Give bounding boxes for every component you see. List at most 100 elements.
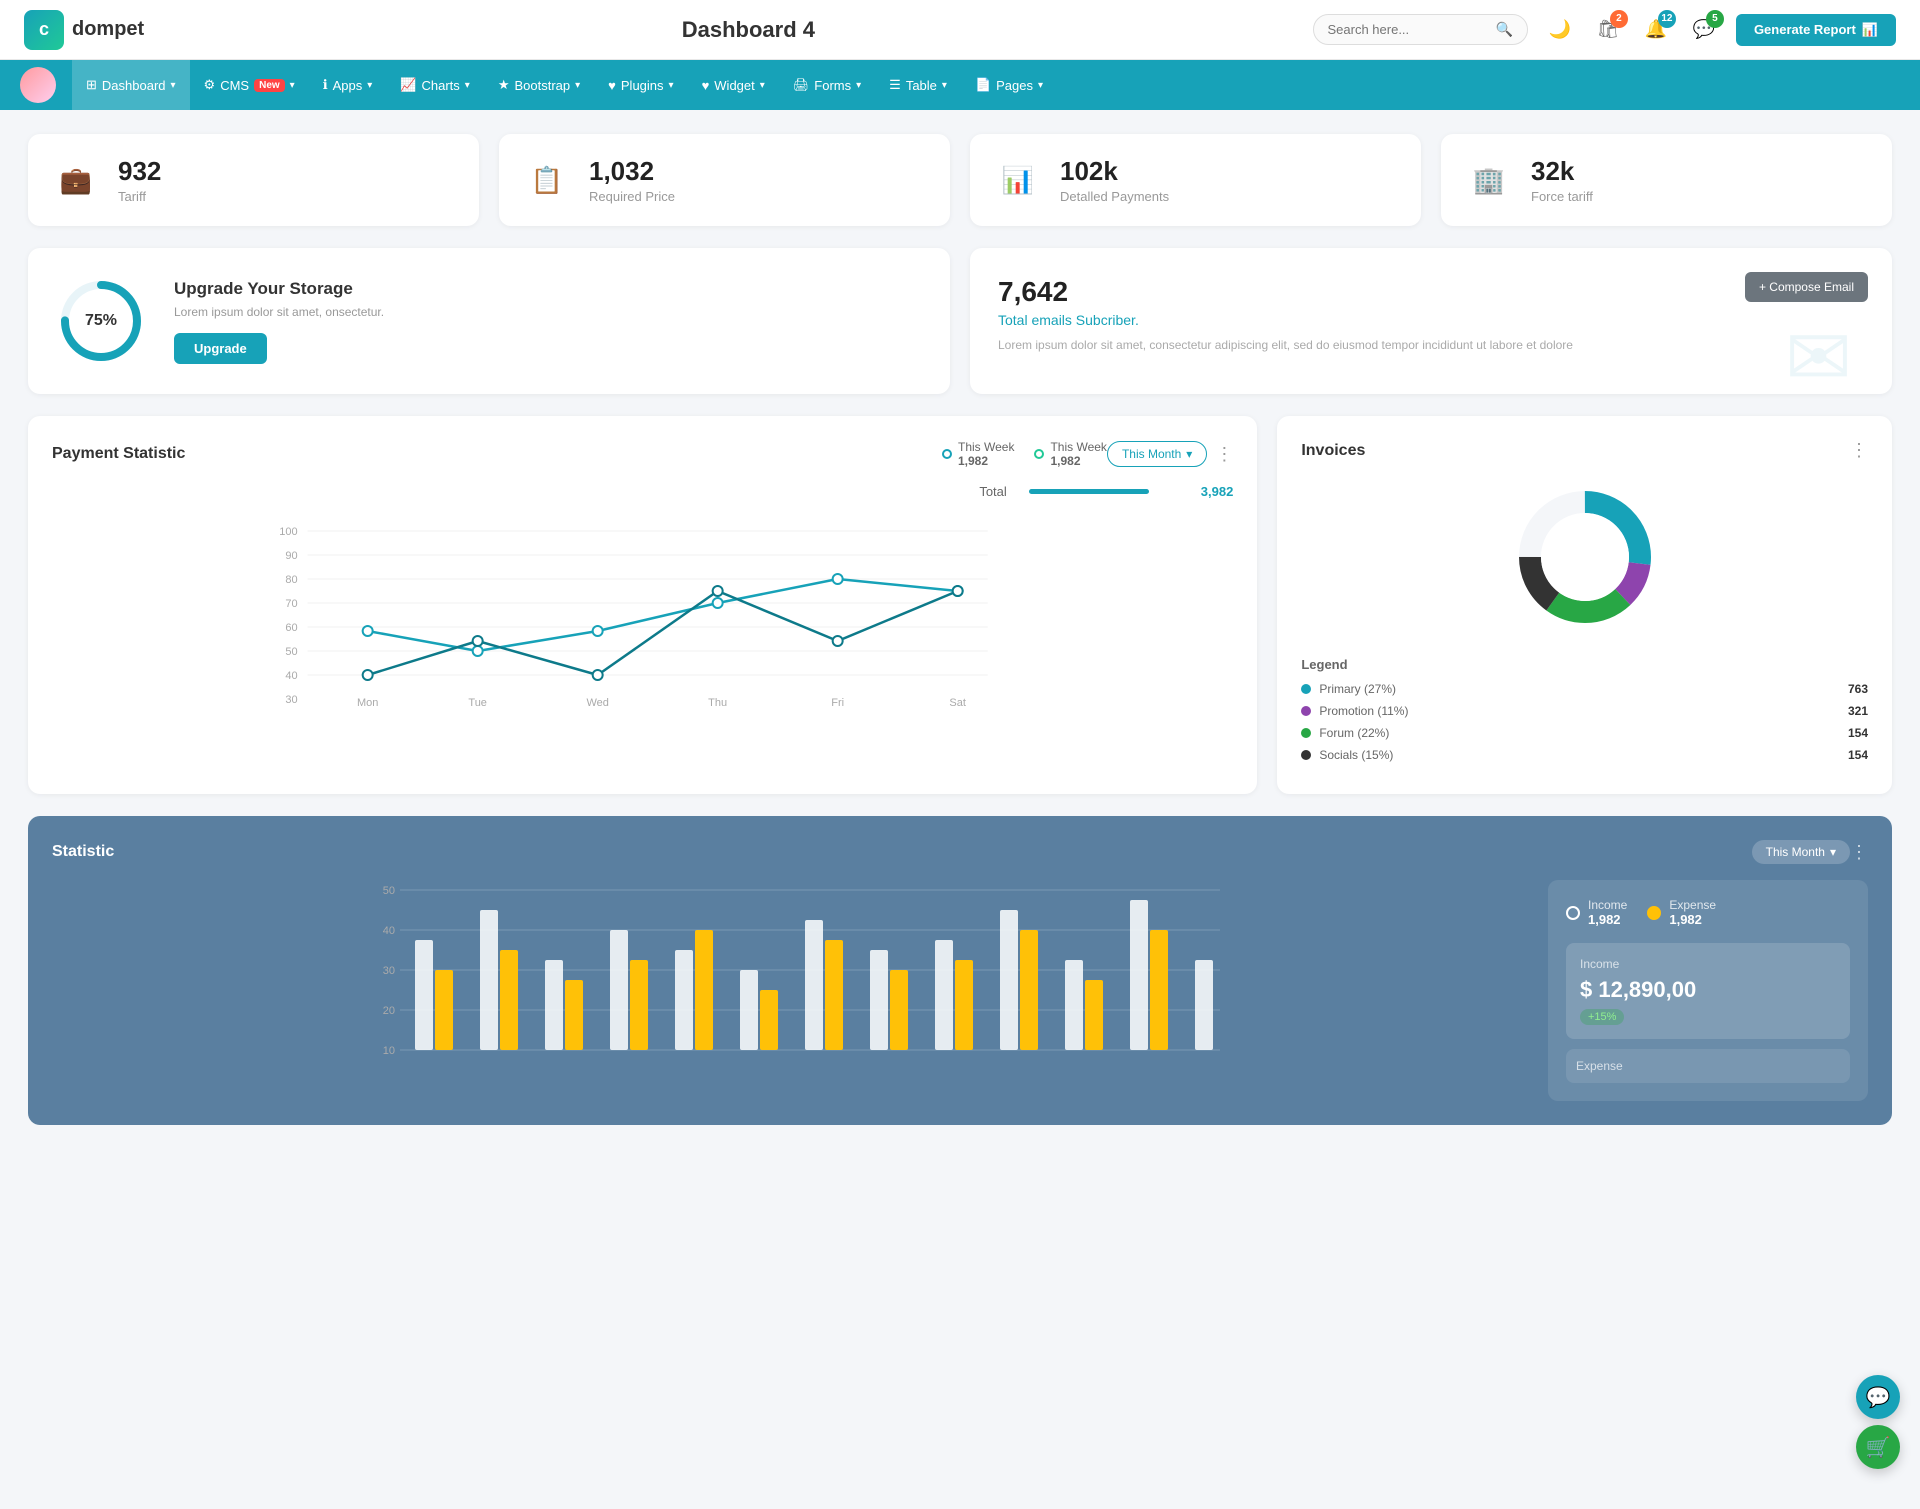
expense-box: Expense	[1566, 1049, 1850, 1083]
force-tariff-icon: 🏢	[1465, 156, 1513, 204]
cart-badge: 2	[1610, 10, 1628, 28]
nav-item-table[interactable]: ☰ Table ▾	[875, 60, 961, 110]
support-fab-button[interactable]: 💬	[1856, 1375, 1900, 1419]
socials-label: Socials (15%)	[1319, 748, 1848, 762]
total-label: Total	[979, 484, 1006, 499]
storage-desc: Lorem ipsum dolor sit amet, onsectetur.	[174, 305, 384, 319]
bootstrap-chevron-icon: ▾	[575, 80, 580, 91]
tariff-icon: 💼	[52, 156, 100, 204]
svg-text:40: 40	[383, 925, 395, 937]
logo-icon: c	[24, 10, 64, 50]
force-tariff-label: Force tariff	[1531, 189, 1593, 204]
payment-statistic-card: Payment Statistic This Week 1,982 This W…	[28, 416, 1257, 794]
primary-dot	[1301, 684, 1311, 694]
forms-chevron-icon: ▾	[856, 80, 861, 91]
storage-content: Upgrade Your Storage Lorem ipsum dolor s…	[174, 279, 384, 364]
charts-nav-icon: 📈	[400, 77, 416, 93]
payments-label: Detalled Payments	[1060, 189, 1169, 204]
expense-value: 1,982	[1669, 912, 1716, 927]
stat-info: 32k Force tariff	[1531, 156, 1593, 204]
table-icon: ☰	[889, 77, 901, 93]
storage-card: 75% Upgrade Your Storage Lorem ipsum dol…	[28, 248, 950, 394]
price-number: 1,032	[589, 156, 675, 187]
series-1: This Week 1,982	[942, 440, 1014, 468]
nav-avatar	[20, 67, 56, 103]
legend-item-socials: Socials (15%) 154	[1301, 748, 1868, 762]
notification-bell-button[interactable]: 🔔 12	[1640, 14, 1672, 46]
page-title: Dashboard 4	[184, 17, 1312, 43]
payments-icon: 📊	[994, 156, 1042, 204]
email-subtitle: Total emails Subcriber.	[998, 312, 1864, 328]
forms-icon: 🖨	[793, 77, 810, 93]
cms-icon: ⚙	[204, 77, 216, 93]
chart-invoices-row: Payment Statistic This Week 1,982 This W…	[28, 416, 1892, 794]
svg-text:100: 100	[279, 526, 297, 538]
promotion-value: 321	[1848, 704, 1868, 718]
series-2-label: This Week	[1050, 440, 1106, 454]
statistic-options-button[interactable]: ⋮	[1850, 842, 1868, 863]
this-month-button[interactable]: This Month ▾	[1107, 441, 1207, 467]
invoices-options-button[interactable]: ⋮	[1850, 440, 1868, 461]
income-label: Income	[1588, 898, 1627, 912]
svg-text:Mon: Mon	[357, 697, 378, 709]
svg-text:80: 80	[285, 574, 297, 586]
search-input[interactable]	[1328, 22, 1488, 37]
chart-options-button[interactable]: ⋮	[1215, 444, 1233, 465]
theme-toggle-button[interactable]: 🌙	[1544, 14, 1576, 46]
payments-number: 102k	[1060, 156, 1169, 187]
donut-chart	[1301, 477, 1868, 637]
series-2-dot	[1034, 449, 1044, 459]
svg-text:10: 10	[383, 1045, 395, 1057]
search-icon: 🔍	[1496, 21, 1513, 38]
total-progress-bar	[1029, 489, 1149, 494]
nav-item-dashboard[interactable]: ⊞ Dashboard ▾	[72, 60, 190, 110]
svg-text:Tue: Tue	[468, 697, 487, 709]
socials-dot	[1301, 750, 1311, 760]
series-2: This Week 1,982	[1034, 440, 1106, 468]
messages-button[interactable]: 💬 5	[1688, 14, 1720, 46]
table-chevron-icon: ▾	[942, 80, 947, 91]
svg-text:60: 60	[285, 622, 297, 634]
generate-report-button[interactable]: Generate Report 📊	[1736, 14, 1896, 46]
stat-card-price: 📋 1,032 Required Price	[499, 134, 950, 226]
cms-new-badge: New	[254, 79, 285, 92]
svg-text:70: 70	[285, 598, 297, 610]
series-1-value: 1,982	[958, 454, 1014, 468]
header-right: 🔍 🌙 🛍 2 🔔 12 💬 5 Generate Report 📊	[1313, 14, 1897, 46]
cart-fab-button[interactable]: 🛒	[1856, 1425, 1900, 1469]
compose-email-button[interactable]: + Compose Email	[1745, 272, 1868, 302]
email-desc: Lorem ipsum dolor sit amet, consectetur …	[998, 338, 1598, 352]
stat-card-tariff: 💼 932 Tariff	[28, 134, 479, 226]
stat-info-panel: Income 1,982 Expense 1,982 Income $	[1548, 880, 1868, 1101]
plugins-icon: ♥	[608, 78, 616, 93]
nav-item-forms[interactable]: 🖨 Forms ▾	[779, 60, 875, 110]
plugins-chevron-icon: ▾	[669, 80, 674, 91]
cart-icon-button[interactable]: 🛍 2	[1592, 14, 1624, 46]
upgrade-button[interactable]: Upgrade	[174, 333, 267, 364]
income-box-label: Income	[1580, 957, 1836, 971]
promotion-dot	[1301, 706, 1311, 716]
nav-item-widget[interactable]: ♥ Widget ▾	[688, 60, 779, 110]
price-label: Required Price	[589, 189, 675, 204]
pages-icon: 📄	[975, 77, 991, 93]
nav-item-pages[interactable]: 📄 Pages ▾	[961, 60, 1057, 110]
line-chart-svg: 100 90 80 70 60 50 40 30 Mon Tue Wed Thu…	[52, 511, 1233, 711]
nav-item-charts[interactable]: 📈 Charts ▾	[386, 60, 484, 110]
bell-badge: 12	[1658, 10, 1676, 28]
invoices-card: Invoices ⋮	[1277, 416, 1892, 794]
total-value: 3,982	[1201, 484, 1234, 499]
income-dot	[1566, 906, 1580, 920]
svg-text:40: 40	[285, 670, 297, 682]
income-amount: $ 12,890,00	[1580, 977, 1836, 1003]
statistic-this-month-button[interactable]: This Month ▾	[1752, 840, 1850, 864]
donut-svg	[1505, 477, 1665, 637]
nav-item-cms[interactable]: ⚙ CMS New ▾	[190, 60, 309, 110]
stat-info: 1,032 Required Price	[589, 156, 675, 204]
nav-item-apps[interactable]: ℹ Apps ▾	[309, 60, 387, 110]
svg-text:50: 50	[285, 646, 297, 658]
socials-value: 154	[1848, 748, 1868, 762]
nav-item-plugins[interactable]: ♥ Plugins ▾	[594, 60, 687, 110]
apps-chevron-icon: ▾	[367, 80, 372, 91]
dashboard-chevron-icon: ▾	[171, 80, 176, 91]
nav-item-bootstrap[interactable]: ★ Bootstrap ▾	[484, 60, 594, 110]
